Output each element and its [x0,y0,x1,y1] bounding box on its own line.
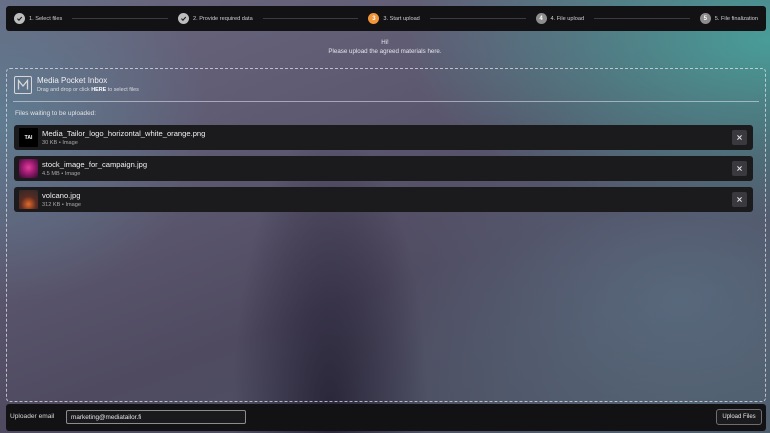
file-list: TAI Media_Tailor_logo_horizontal_white_o… [14,125,753,218]
step-file-finalization: 5 5. File finalization [699,13,759,24]
step-number-badge: 5 [699,13,711,24]
file-meta: 4.5 MB • Image [42,170,147,178]
step-label: 2. Provide required data [192,15,253,22]
hint-text: Drag and drop or click [37,87,92,93]
close-icon [737,197,742,202]
divider [13,101,759,102]
step-connector [594,18,690,19]
progress-stepper: 1. Select files 2. Provide required data… [6,6,766,31]
select-files-link[interactable]: HERE [91,87,106,93]
file-size: 30 KB [42,139,58,146]
greeting-message: Hi! Please upload the agreed materials h… [0,38,770,56]
upload-files-button[interactable]: Upload Files [716,409,762,425]
close-icon [737,166,742,171]
meta-separator: • [58,139,61,146]
upload-footer: Uploader email Upload Files [6,404,766,431]
file-thumbnail: TAI [19,128,38,147]
check-icon [14,13,25,24]
file-thumbnail [19,159,38,178]
step-number-badge: 4 [535,13,547,24]
close-icon [737,135,742,140]
step-select-files: 1. Select files [14,13,62,24]
file-size: 312 KB [42,201,61,208]
remove-file-button[interactable] [732,192,747,207]
file-size: 4.5 MB [42,170,60,177]
file-meta: 30 KB • Image [42,139,205,147]
step-number-badge: 3 [368,13,380,24]
uploader-email-label: Uploader email [10,413,55,420]
hint-text: to select files [106,87,139,93]
check-icon [177,13,189,24]
remove-file-button[interactable] [732,161,747,176]
file-name: volcano.jpg [42,190,81,200]
file-item: TAI Media_Tailor_logo_horizontal_white_o… [14,125,753,150]
file-item: volcano.jpg 312 KB • Image [14,187,753,212]
remove-file-button[interactable] [732,130,747,145]
file-name: Media_Tailor_logo_horizontal_white_orang… [42,128,206,138]
file-thumbnail [19,190,38,209]
file-type: Image [65,201,81,208]
file-drop-zone[interactable]: Media Pocket Inbox Drag and drop or clic… [6,68,766,402]
file-item: stock_image_for_campaign.jpg 4.5 MB • Im… [14,156,753,181]
file-type: Image [62,139,78,146]
step-label: 3. Start upload [383,15,420,22]
step-file-upload: 4 4. File upload [535,13,585,24]
step-label: 5. File finalization [714,15,759,22]
step-connector [262,18,359,19]
step-label: 1. Select files [29,15,63,22]
step-label: 4. File upload [550,15,585,22]
uploader-email-input[interactable] [66,410,246,424]
inbox-hint: Drag and drop or click HERE to select fi… [37,86,139,94]
thumbnail-logo-text: TAI [24,134,33,141]
file-type: Image [64,170,81,177]
step-connector [72,18,168,19]
meta-separator: • [61,170,64,177]
greeting-line-instructions: Please upload the agreed materials here. [328,48,442,55]
step-connector [429,18,526,19]
file-meta: 312 KB • Image [42,201,81,209]
inbox-header: Media Pocket Inbox Drag and drop or clic… [14,76,139,94]
inbox-title: Media Pocket Inbox [37,76,108,85]
step-provide-data: 2. Provide required data [177,13,253,24]
meta-separator: • [61,201,64,208]
files-waiting-heading: Files waiting to be uploaded: [15,110,97,117]
step-start-upload: 3 3. Start upload [368,13,420,24]
greeting-line-hi: Hi! [381,39,389,46]
file-name: stock_image_for_campaign.jpg [42,159,148,169]
media-pocket-logo-icon [14,76,32,94]
